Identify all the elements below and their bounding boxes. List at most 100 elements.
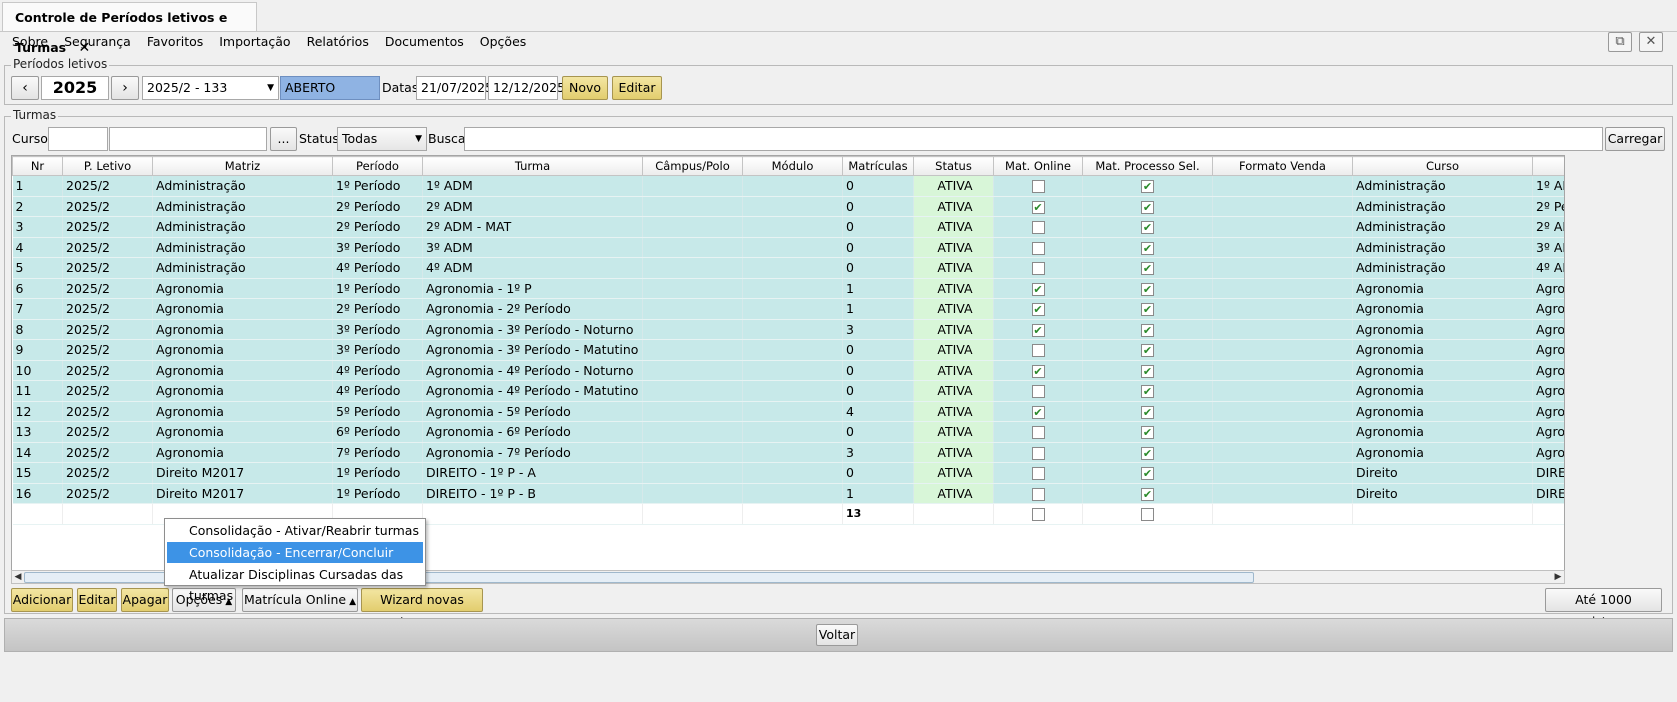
mat-processo-checkbox[interactable]: ✔ xyxy=(1141,200,1154,214)
adicionar-button[interactable]: Adicionar xyxy=(11,588,73,612)
mat-online-checkbox[interactable] xyxy=(1031,385,1045,399)
table-row[interactable]: 6 2025/2 Agronomia 1º Período Agronomia - 1º… xyxy=(12,278,1564,299)
mat-processo-checkbox[interactable]: ✔ xyxy=(1141,262,1154,276)
mat-processo-checkbox[interactable]: ✔ xyxy=(1141,426,1154,440)
table-row[interactable]: 13 2025/2 Agronomia 6º Período Agronomia - 6… xyxy=(12,421,1564,443)
data-fim-field[interactable]: 12/12/2025 xyxy=(488,76,565,100)
col-turma-descricao[interactable]: Turma Descrição xyxy=(1532,156,1564,176)
mat-processo-checkbox[interactable]: ✔ xyxy=(1141,344,1154,358)
tab-controle-periodos[interactable]: Controle de Períodos letivos e Turmas ✕ xyxy=(2,2,257,56)
table-row[interactable]: 3 2025/2 Administração 2º Período 2º ADM - M… xyxy=(12,216,1564,238)
table-row[interactable]: 12 2025/2 Agronomia 5º Período Agronomia - 5… xyxy=(12,401,1564,422)
popout-icon[interactable]: ⧉ xyxy=(1608,32,1632,52)
col-campus-polo[interactable]: Câmpus/Polo xyxy=(642,156,743,176)
mat-processo-checkbox[interactable]: ✔ xyxy=(1141,364,1154,378)
table-row[interactable]: 8 2025/2 Agronomia 3º Período Agronomia - 3º… xyxy=(12,319,1564,340)
col-modulo[interactable]: Módulo xyxy=(742,156,843,176)
table-row[interactable]: 15 2025/2 Direito M2017 1º Período DIREITO -… xyxy=(12,462,1564,484)
mat-online-checkbox[interactable]: ✔ xyxy=(1031,282,1045,296)
table-row[interactable]: 4 2025/2 Administração 3º Período 3º ADM 0 ATI… xyxy=(12,237,1564,258)
mat-online-checkbox[interactable]: ✔ xyxy=(1031,200,1045,214)
voltar-button[interactable]: Voltar xyxy=(816,624,858,646)
table-row[interactable]: 10 2025/2 Agronomia 4º Período Agronomia - 4… xyxy=(12,360,1564,381)
mat-online-checkbox[interactable] xyxy=(1031,180,1045,194)
busca-input[interactable] xyxy=(464,127,1603,151)
matricula-online-dropdown-button[interactable]: Matrícula Online ▲ xyxy=(242,588,358,612)
filter-online-checkbox[interactable] xyxy=(1031,508,1045,522)
mat-processo-checkbox[interactable]: ✔ xyxy=(1141,303,1154,317)
mat-processo-checkbox[interactable]: ✔ xyxy=(1141,323,1154,337)
scroll-left-icon[interactable]: ◀ xyxy=(12,571,24,583)
mat-online-checkbox[interactable] xyxy=(1031,467,1045,481)
table-row[interactable]: 5 2025/2 Administração 4º Período 4º ADM 0 ATI… xyxy=(12,257,1564,279)
mat-online-checkbox[interactable] xyxy=(1031,426,1045,440)
novo-periodo-button[interactable]: Novo xyxy=(562,76,608,100)
col-mat-processo-sel[interactable]: Mat. Processo Sel. xyxy=(1082,156,1213,176)
mat-processo-checkbox[interactable]: ✔ xyxy=(1141,385,1154,399)
menu-relatorios[interactable]: Relatórios xyxy=(307,34,369,52)
mat-online-checkbox[interactable] xyxy=(1031,221,1045,235)
scroll-right-icon[interactable]: ▶ xyxy=(1552,571,1564,583)
col-status[interactable]: Status xyxy=(913,156,994,176)
mat-processo-checkbox[interactable]: ✔ xyxy=(1141,241,1154,255)
menu-item-ativar-reabrir[interactable]: Consolidação - Ativar/Reabrir turmas xyxy=(167,520,423,541)
mat-processo-checkbox[interactable]: ✔ xyxy=(1141,467,1154,481)
table-row[interactable]: 11 2025/2 Agronomia 4º Período Agronomia - 4… xyxy=(12,380,1564,402)
menu-sobre[interactable]: Sobre xyxy=(12,34,48,52)
col-formato-venda[interactable]: Formato Venda xyxy=(1212,156,1353,176)
table-row[interactable]: 7 2025/2 Agronomia 2º Período Agronomia - 2º… xyxy=(12,298,1564,320)
col-matriz[interactable]: Matriz xyxy=(152,156,333,176)
col-turma[interactable]: Turma xyxy=(422,156,643,176)
menu-opcoes[interactable]: Opções xyxy=(480,34,527,52)
col-p-letivo[interactable]: P. Letivo xyxy=(62,156,153,176)
table-row[interactable]: 16 2025/2 Direito M2017 1º Período DIREITO -… xyxy=(12,483,1564,504)
col-matriculas[interactable]: Matrículas xyxy=(842,156,914,176)
next-year-button[interactable]: › xyxy=(111,76,139,100)
mat-processo-checkbox[interactable]: ✔ xyxy=(1141,405,1154,419)
table-row[interactable]: 2 2025/2 Administração 2º Período 2º ADM 0 ATI… xyxy=(12,196,1564,217)
mat-online-checkbox[interactable] xyxy=(1031,344,1045,358)
mat-processo-checkbox[interactable]: ✔ xyxy=(1141,180,1154,194)
mat-processo-checkbox[interactable]: ✔ xyxy=(1141,446,1154,460)
periodo-select[interactable]: 2025/2 - 133 ▼ xyxy=(142,76,279,100)
data-inicio-field[interactable]: 21/07/2025 xyxy=(416,76,493,100)
mat-online-checkbox[interactable] xyxy=(1031,241,1045,255)
close-window-icon[interactable]: ✕ xyxy=(1639,32,1663,52)
mat-online-checkbox[interactable]: ✔ xyxy=(1031,364,1045,378)
carregar-button[interactable]: Carregar xyxy=(1605,127,1665,151)
col-periodo[interactable]: Período xyxy=(332,156,423,176)
col-nr[interactable]: Nr xyxy=(12,156,63,176)
curso-name-field[interactable] xyxy=(109,127,267,151)
mat-online-checkbox[interactable]: ✔ xyxy=(1031,323,1045,337)
menu-favoritos[interactable]: Favoritos xyxy=(147,34,203,52)
prev-year-button[interactable]: ‹ xyxy=(11,76,39,100)
mat-online-checkbox[interactable] xyxy=(1031,487,1045,501)
mat-processo-checkbox[interactable]: ✔ xyxy=(1141,221,1154,235)
menu-item-encerrar-concluir[interactable]: Consolidação - Encerrar/Concluir turmas xyxy=(167,542,423,581)
col-mat-online[interactable]: Mat. Online xyxy=(993,156,1083,176)
mat-online-checkbox[interactable]: ✔ xyxy=(1031,303,1045,317)
menu-importacao[interactable]: Importação xyxy=(219,34,290,52)
mat-processo-checkbox[interactable]: ✔ xyxy=(1141,282,1154,296)
mat-processo-checkbox[interactable]: ✔ xyxy=(1141,487,1154,501)
table-row[interactable]: 1 2025/2 Administração 1º Período 1º ADM 0 ATI… xyxy=(12,175,1564,197)
editar-periodo-button[interactable]: Editar xyxy=(612,76,662,100)
curso-lookup-button[interactable]: ... xyxy=(270,127,297,151)
status-select[interactable]: Todas ▼ xyxy=(337,127,427,151)
menu-item-atualizar-disciplinas[interactable]: Atualizar Disciplinas Cursadas das turma… xyxy=(167,564,423,603)
table-row[interactable]: 14 2025/2 Agronomia 7º Período Agronomia - 7… xyxy=(12,442,1564,463)
menu-documentos[interactable]: Documentos xyxy=(385,34,464,52)
year-field[interactable]: 2025 xyxy=(41,76,109,100)
apagar-button[interactable]: Apagar xyxy=(121,588,169,612)
mat-online-checkbox[interactable]: ✔ xyxy=(1031,405,1045,419)
menu-seguranca[interactable]: Segurança xyxy=(64,34,131,52)
table-row[interactable]: 9 2025/2 Agronomia 3º Período Agronomia - 3º… xyxy=(12,339,1564,361)
mat-online-checkbox[interactable] xyxy=(1031,446,1045,460)
editar-turma-button[interactable]: Editar xyxy=(77,588,117,612)
limit-select[interactable]: Até 1000 registros▼ xyxy=(1545,588,1662,629)
col-curso[interactable]: Curso xyxy=(1352,156,1533,176)
curso-code-field[interactable] xyxy=(48,127,108,151)
mat-online-checkbox[interactable] xyxy=(1031,262,1045,276)
wizard-novas-turmas-button[interactable]: Wizard novas turmas xyxy=(361,588,483,629)
filter-processo-checkbox[interactable] xyxy=(1141,508,1154,522)
